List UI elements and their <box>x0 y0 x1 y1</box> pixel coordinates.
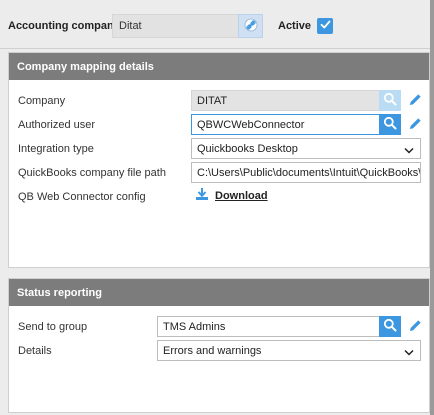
checkmark-icon <box>320 19 331 33</box>
company-mapping-header: Company mapping details <box>9 53 429 80</box>
authorized-user-search-button[interactable] <box>379 114 401 135</box>
file-path-label: QuickBooks company file path <box>18 167 166 179</box>
file-path-field[interactable]: C:\Users\Public\documents\Intuit\QuickBo… <box>191 162 421 183</box>
integration-type-select[interactable]: Quickbooks Desktop <box>191 138 421 159</box>
send-to-group-value: TMS Admins <box>163 321 226 333</box>
config-row: QB Web Connector config Download <box>9 186 431 208</box>
integration-type-value: Quickbooks Desktop <box>197 143 298 155</box>
config-label: QB Web Connector config <box>18 191 146 203</box>
active-label: Active <box>278 20 312 32</box>
authorized-user-row: Authorized user QBWCWebConnector <box>9 114 431 136</box>
search-icon <box>383 116 397 133</box>
search-icon <box>383 318 397 335</box>
company-edit-button[interactable] <box>406 92 424 110</box>
details-value: Errors and warnings <box>163 345 262 357</box>
pencil-icon <box>408 318 423 336</box>
company-search-button[interactable] <box>379 90 401 111</box>
company-field[interactable]: DITAT <box>191 90 383 111</box>
status-reporting-header: Status reporting <box>9 279 429 306</box>
download-icon <box>195 187 209 204</box>
company-value: DITAT <box>197 95 228 107</box>
authorized-user-label: Authorized user <box>18 119 96 131</box>
company-label: Company <box>18 95 66 107</box>
details-row: Details Errors and warnings <box>9 340 431 362</box>
send-to-group-label: Send to group <box>18 321 88 333</box>
active-checkbox[interactable] <box>317 18 333 34</box>
send-to-group-row: Send to group TMS Admins <box>9 316 431 338</box>
search-icon <box>383 92 397 109</box>
pencil-icon <box>408 116 423 134</box>
accounting-company-value: Ditat <box>119 20 142 32</box>
authorized-user-field[interactable]: QBWCWebConnector <box>191 114 383 135</box>
send-to-group-edit-button[interactable] <box>406 318 424 336</box>
file-path-row: QuickBooks company file path C:\Users\Pu… <box>9 162 431 184</box>
chevron-down-icon <box>404 145 414 157</box>
top-divider <box>0 48 430 49</box>
integration-type-label: Integration type <box>18 143 94 155</box>
integration-type-row: Integration type Quickbooks Desktop <box>9 138 431 160</box>
accounting-company-row: Accounting company Ditat Active <box>8 14 428 38</box>
status-reporting-panel: Status reporting Send to group TMS Admin… <box>8 278 430 413</box>
company-mapping-panel: Company mapping details Company DITAT Au… <box>8 52 430 268</box>
details-label: Details <box>18 345 52 357</box>
pencil-icon <box>408 92 423 110</box>
accounting-company-label: Accounting company <box>8 20 120 32</box>
file-path-value: C:\Users\Public\documents\Intuit\QuickBo… <box>197 167 421 179</box>
accounting-company-link-button[interactable] <box>238 14 263 38</box>
authorized-user-value: QBWCWebConnector <box>197 119 305 131</box>
authorized-user-edit-button[interactable] <box>406 116 424 134</box>
send-to-group-search-button[interactable] <box>379 316 401 337</box>
link-icon <box>244 18 258 35</box>
download-link[interactable]: Download <box>195 187 268 204</box>
send-to-group-field[interactable]: TMS Admins <box>157 316 383 337</box>
download-label: Download <box>215 189 268 202</box>
accounting-company-field[interactable]: Ditat <box>112 14 248 38</box>
details-select[interactable]: Errors and warnings <box>157 340 421 361</box>
company-row: Company DITAT <box>9 90 431 112</box>
chevron-down-icon <box>404 347 414 359</box>
